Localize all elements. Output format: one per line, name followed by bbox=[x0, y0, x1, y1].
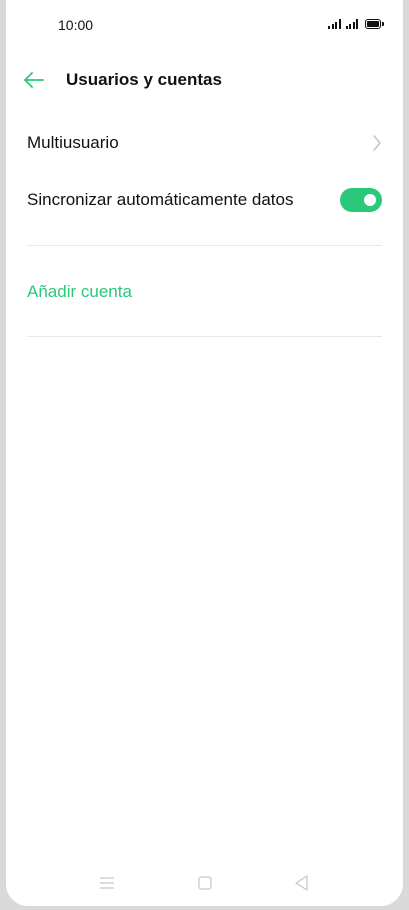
multiuser-row[interactable]: Multiusuario bbox=[27, 118, 382, 168]
back-triangle-icon bbox=[295, 875, 308, 891]
signal-icon bbox=[328, 19, 341, 29]
menu-icon bbox=[100, 877, 114, 889]
status-bar: 10:00 bbox=[6, 0, 403, 50]
header: Usuarios y cuentas bbox=[6, 58, 403, 102]
battery-icon bbox=[365, 19, 384, 29]
toggle-knob bbox=[364, 194, 376, 206]
arrow-left-icon bbox=[24, 72, 44, 88]
navigation-bar bbox=[6, 868, 403, 898]
status-icons bbox=[328, 19, 384, 29]
home-button[interactable] bbox=[190, 868, 220, 898]
add-account-link[interactable]: Añadir cuenta bbox=[27, 272, 132, 312]
home-icon bbox=[198, 876, 212, 890]
auto-sync-row[interactable]: Sincronizar automáticamente datos bbox=[27, 175, 382, 225]
page-title: Usuarios y cuentas bbox=[66, 70, 222, 89]
back-nav-button[interactable] bbox=[287, 868, 317, 898]
divider bbox=[27, 245, 382, 246]
menu-button[interactable] bbox=[92, 868, 122, 898]
multiuser-label: Multiusuario bbox=[27, 133, 119, 152]
divider bbox=[27, 336, 382, 337]
back-button[interactable] bbox=[20, 66, 48, 94]
signal-icon bbox=[345, 19, 358, 29]
chevron-right-icon bbox=[373, 135, 381, 151]
status-time: 10:00 bbox=[58, 17, 94, 33]
auto-sync-label: Sincronizar automáticamente datos bbox=[27, 190, 294, 209]
phone-screen: 10:00 Usuarios y cuentas Multiusuario Si… bbox=[6, 0, 403, 906]
auto-sync-toggle[interactable] bbox=[340, 188, 382, 212]
